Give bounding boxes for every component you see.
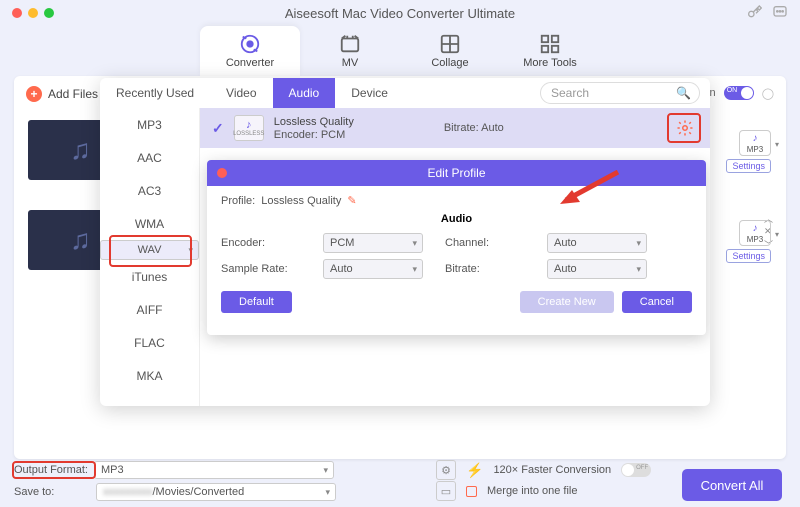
format-mka[interactable]: MKA — [100, 359, 199, 392]
music-note-icon: ♪ — [246, 119, 252, 131]
media-right-panel-1: ♪MP3 Settings — [726, 130, 771, 173]
format-wav[interactable]: WAV — [100, 240, 199, 260]
collage-icon — [439, 33, 461, 55]
toggle-on[interactable]: ON — [724, 86, 754, 100]
bolt-icon: ⚡ — [466, 462, 483, 479]
format-wma[interactable]: WMA — [100, 207, 199, 240]
save-to-label: Save to: — [14, 486, 90, 498]
music-note-icon: ♪ — [753, 223, 758, 234]
close-dialog[interactable] — [217, 168, 227, 178]
tab-more-tools[interactable]: More Tools — [500, 26, 600, 76]
format-sidebar: MP3 AAC AC3 WMA WAV iTunes AIFF FLAC MKA — [100, 108, 200, 406]
item-settings-button[interactable]: Settings — [726, 249, 771, 263]
encoder-select[interactable]: PCM — [323, 233, 423, 253]
close-window[interactable] — [12, 8, 22, 18]
check-icon: ✓ — [212, 120, 224, 137]
output-format-select[interactable]: MP3 — [94, 461, 334, 479]
music-note-icon: ♪ — [753, 133, 758, 144]
faster-toggle[interactable]: OFF — [621, 463, 651, 477]
encoder-label: Encoder: — [221, 237, 301, 249]
create-new-button[interactable]: Create New — [520, 291, 614, 313]
tab-audio[interactable]: Audio — [273, 78, 336, 108]
bitrate-select[interactable]: Auto — [547, 259, 647, 279]
more-tools-icon — [539, 33, 561, 55]
plus-icon: + — [26, 86, 42, 102]
quality-name: Lossless Quality — [274, 116, 354, 128]
mv-icon — [339, 33, 361, 55]
merge-checkbox[interactable] — [466, 486, 477, 497]
tab-converter[interactable]: Converter — [200, 26, 300, 76]
media-right-panel-2: ︿✕﹀ ♪MP3 Settings — [726, 220, 771, 263]
format-flac[interactable]: FLAC — [100, 326, 199, 359]
titlebar: Aiseesoft Mac Video Converter Ultimate — [0, 0, 800, 26]
tab-mv[interactable]: MV — [300, 26, 400, 76]
tab-device[interactable]: Device — [335, 78, 404, 108]
edit-icon[interactable]: ✎ — [347, 194, 356, 207]
music-icon: ♫ — [70, 134, 91, 166]
format-search-input[interactable]: Search 🔍 — [540, 82, 700, 104]
edit-profile-titlebar: Edit Profile — [207, 160, 706, 186]
quality-settings-gear[interactable] — [672, 115, 698, 141]
convert-all-button[interactable]: Convert All — [682, 469, 782, 501]
help-icon[interactable]: ◯ — [762, 87, 774, 100]
format-ac3[interactable]: AC3 — [100, 174, 199, 207]
bottom-bar: Output Format: MP3 Save to: xxxxxxxxx/Mo… — [14, 459, 786, 503]
output-format-label: Output Format: — [14, 464, 88, 476]
tab-collage[interactable]: Collage — [400, 26, 500, 76]
gear-icon-button[interactable]: ⚙ — [436, 460, 456, 480]
format-aiff[interactable]: AIFF — [100, 293, 199, 326]
save-to-select[interactable]: xxxxxxxxx/Movies/Converted — [96, 483, 336, 501]
feedback-icon[interactable] — [772, 4, 788, 23]
app-title: Aiseesoft Mac Video Converter Ultimate — [54, 6, 746, 21]
format-badge[interactable]: ♪MP3 — [739, 130, 771, 156]
edit-profile-dialog: Edit Profile Profile: Lossless Quality ✎… — [207, 160, 706, 335]
tab-recently-used[interactable]: Recently Used — [100, 78, 210, 108]
converter-icon — [239, 33, 261, 55]
profile-value: Lossless Quality — [261, 195, 341, 207]
add-files-button[interactable]: + Add Files — [26, 86, 98, 102]
search-icon: 🔍 — [676, 86, 691, 100]
profile-label: Profile: — [221, 195, 255, 207]
maximize-window[interactable] — [44, 8, 54, 18]
format-picker-tabs: Recently Used Video Audio Device Search … — [100, 78, 710, 108]
window-controls — [12, 8, 54, 18]
channel-select[interactable]: Auto — [547, 233, 647, 253]
format-picker-panel: Recently Used Video Audio Device Search … — [100, 78, 710, 406]
sample-select[interactable]: Auto — [323, 259, 423, 279]
sample-label: Sample Rate: — [221, 263, 301, 275]
minimize-window[interactable] — [28, 8, 38, 18]
music-icon: ♫ — [70, 224, 91, 256]
cancel-button[interactable]: Cancel — [622, 291, 692, 313]
item-settings-button[interactable]: Settings — [726, 159, 771, 173]
lossless-icon: ♪LOSSLESS — [234, 115, 264, 141]
main-tabs: Converter MV Collage More Tools — [0, 26, 800, 76]
key-icon[interactable] — [746, 4, 762, 23]
format-itunes[interactable]: iTunes — [100, 260, 199, 293]
bitrate-label: Bitrate: — [445, 263, 525, 275]
format-mp3[interactable]: MP3 — [100, 108, 199, 141]
audio-section-header: Audio — [221, 213, 692, 225]
folder-icon-button[interactable]: ▭ — [436, 481, 456, 501]
format-aac[interactable]: AAC — [100, 141, 199, 174]
channel-label: Channel: — [445, 237, 525, 249]
default-button[interactable]: Default — [221, 291, 292, 313]
format-badge[interactable]: ♪MP3 — [739, 220, 771, 246]
tab-video[interactable]: Video — [210, 78, 272, 108]
quality-row[interactable]: ✓ ♪LOSSLESS Lossless Quality Encoder: PC… — [200, 108, 710, 148]
